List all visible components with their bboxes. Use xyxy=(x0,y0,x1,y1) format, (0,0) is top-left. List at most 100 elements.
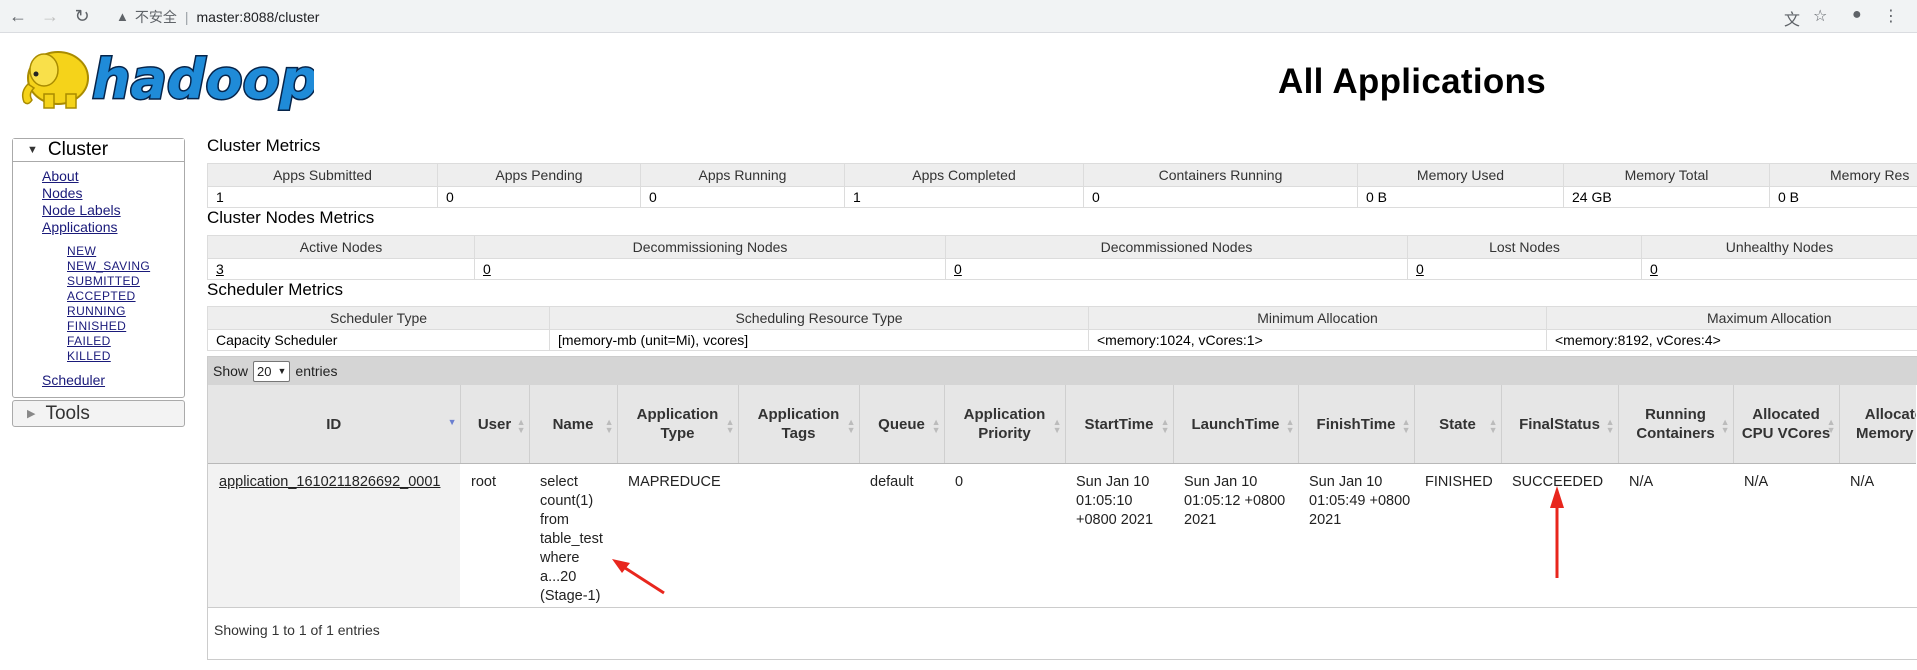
col-memory-total: Memory Total xyxy=(1563,163,1770,187)
app-state-failed-link[interactable]: FAILED xyxy=(67,334,184,349)
app-state-accepted-link[interactable]: ACCEPTED xyxy=(67,289,184,304)
sort-icon: ▲ ▼ xyxy=(1826,417,1836,435)
cell-running-containers: N/A xyxy=(1629,474,1654,490)
col-finish-time[interactable]: FinishTime ▲ ▼ xyxy=(1298,385,1415,464)
col-memory-used: Memory Used xyxy=(1357,163,1564,187)
col-id[interactable]: ID ▼ xyxy=(208,385,461,464)
memory-reserved-value: 0 B xyxy=(1769,186,1917,208)
containers-running-value: 0 xyxy=(1083,186,1358,208)
col-name[interactable]: Name ▲ ▼ xyxy=(529,385,618,464)
active-nodes-link[interactable]: 3 xyxy=(216,261,224,277)
col-application-priority[interactable]: Application Priority ▲ ▼ xyxy=(944,385,1066,464)
table-footer-divider xyxy=(208,607,1917,608)
decommissioning-nodes-link[interactable]: 0 xyxy=(483,261,491,277)
sort-icon: ▲ ▼ xyxy=(846,417,856,435)
col-active-nodes: Active Nodes xyxy=(207,235,475,259)
cluster-section-label: Cluster xyxy=(47,139,109,160)
minimum-allocation-value: <memory:1024, vCores:1> xyxy=(1088,329,1547,351)
back-arrow-icon[interactable]: ← xyxy=(6,4,30,28)
url-text[interactable]: master:8088/cluster xyxy=(197,9,320,25)
star-icon[interactable]: ☆ xyxy=(1813,6,1827,26)
app-state-killed-link[interactable]: KILLED xyxy=(67,349,184,364)
memory-used-value: 0 B xyxy=(1357,186,1564,208)
translate-icon[interactable]: 文 xyxy=(1784,6,1800,30)
col-queue[interactable]: Queue ▲ ▼ xyxy=(859,385,945,464)
profile-icon[interactable]: ● xyxy=(1852,6,1862,24)
col-allocated-memory[interactable]: Allocated Memory MB xyxy=(1839,385,1916,464)
apps-pending-value: 0 xyxy=(437,186,641,208)
apps-submitted-value: 1 xyxy=(207,186,438,208)
cell-state: FINISHED xyxy=(1425,474,1493,490)
col-user[interactable]: User ▲ ▼ xyxy=(460,385,530,464)
nav-about-link[interactable]: About xyxy=(42,168,184,185)
reload-icon[interactable]: ↻ xyxy=(70,4,94,28)
col-apps-pending: Apps Pending xyxy=(437,163,641,187)
col-running-containers[interactable]: Running Containers ▲ ▼ xyxy=(1618,385,1734,464)
cell-name: select count(1) from table_test where a.… xyxy=(540,474,603,604)
col-memory-reserved: Memory Res xyxy=(1769,163,1917,187)
show-label: Show xyxy=(213,363,249,379)
sort-desc-icon: ▼ xyxy=(447,417,457,427)
apps-completed-value: 1 xyxy=(844,186,1084,208)
col-allocated-cpu[interactable]: Allocated CPU VCores ▲ ▼ xyxy=(1733,385,1840,464)
col-launch-time[interactable]: LaunchTime ▲ ▼ xyxy=(1173,385,1299,464)
address-bar[interactable]: ▲ 不安全 | master:8088/cluster xyxy=(106,3,1846,30)
app-state-running-link[interactable]: RUNNING xyxy=(67,304,184,319)
app-state-submitted-link[interactable]: SUBMITTED xyxy=(67,274,184,289)
page-title: All Applications xyxy=(1278,62,1546,101)
table-row: application_1610211826692_0001 root sele… xyxy=(208,463,1916,607)
browser-toolbar: ← → ↻ ▲ 不安全 | master:8088/cluster 文 ☆ ● … xyxy=(0,0,1917,33)
col-apps-completed: Apps Completed xyxy=(844,163,1084,187)
table-info-text: Showing 1 to 1 of 1 entries xyxy=(214,622,380,638)
maximum-allocation-value: <memory:8192, vCores:4> xyxy=(1546,329,1917,351)
cell-allocated-memory: N/A xyxy=(1850,474,1875,490)
cell-queue: default xyxy=(870,474,914,490)
tools-section-header[interactable]: ▶ Tools xyxy=(13,401,184,426)
cell-application-type: MAPREDUCE xyxy=(628,474,721,490)
sort-icon: ▲ ▼ xyxy=(1488,417,1498,435)
cluster-metrics-title: Cluster Metrics xyxy=(207,136,321,155)
cell-user: root xyxy=(471,474,496,490)
col-containers-running: Containers Running xyxy=(1083,163,1358,187)
col-application-tags[interactable]: Application Tags ▲ ▼ xyxy=(738,385,860,464)
nav-node-labels-link[interactable]: Node Labels xyxy=(42,202,184,219)
app-state-finished-link[interactable]: FINISHED xyxy=(67,319,184,334)
app-state-new-link[interactable]: NEW xyxy=(67,244,184,259)
lost-nodes-link[interactable]: 0 xyxy=(1416,261,1424,277)
cell-priority: 0 xyxy=(955,474,964,490)
sort-icon: ▲ ▼ xyxy=(516,417,526,435)
cluster-nav-panel: ▼ Cluster About Nodes Node Labels Applic… xyxy=(12,138,185,398)
svg-text:hadoop: hadoop xyxy=(92,48,314,111)
col-state[interactable]: State ▲ ▼ xyxy=(1414,385,1502,464)
sort-icon: ▲ ▼ xyxy=(1052,417,1062,435)
scheduler-type-value: Capacity Scheduler xyxy=(207,329,550,351)
col-final-status[interactable]: FinalStatus ▲ ▼ xyxy=(1501,385,1619,464)
unhealthy-nodes-link[interactable]: 0 xyxy=(1650,261,1658,277)
hadoop-logo[interactable]: hadoop xyxy=(14,40,314,114)
entries-label: entries xyxy=(295,363,338,379)
sort-icon: ▲ ▼ xyxy=(725,417,735,435)
col-scheduling-resource-type: Scheduling Resource Type xyxy=(549,306,1089,330)
nav-scheduler-link[interactable]: Scheduler xyxy=(42,372,105,388)
col-apps-submitted: Apps Submitted xyxy=(207,163,438,187)
menu-icon[interactable]: ⋮ xyxy=(1883,6,1899,26)
caret-right-icon: ▶ xyxy=(27,408,36,420)
scheduling-resource-type-value: [memory-mb (unit=Mi), vcores] xyxy=(549,329,1089,351)
sort-icon: ▲ ▼ xyxy=(1160,417,1170,435)
decommissioned-nodes-link[interactable]: 0 xyxy=(954,261,962,277)
cluster-section-header[interactable]: ▼ Cluster xyxy=(13,139,184,162)
app-state-new-saving-link[interactable]: NEW_SAVING xyxy=(67,259,184,274)
memory-total-value: 24 GB xyxy=(1563,186,1770,208)
page-size-select[interactable]: 20 ▼ xyxy=(253,360,291,382)
application-id-link[interactable]: application_1610211826692_0001 xyxy=(219,474,440,490)
nav-applications-link[interactable]: Applications xyxy=(42,219,184,236)
cell-launch-time: Sun Jan 10 01:05:12 +0800 2021 xyxy=(1184,474,1286,528)
col-apps-running: Apps Running xyxy=(640,163,845,187)
apps-running-value: 0 xyxy=(640,186,845,208)
forward-arrow-icon[interactable]: → xyxy=(38,4,62,28)
nav-nodes-link[interactable]: Nodes xyxy=(42,185,184,202)
col-unhealthy-nodes: Unhealthy Nodes xyxy=(1641,235,1917,259)
col-application-type[interactable]: Application Type ▲ ▼ xyxy=(617,385,739,464)
col-start-time[interactable]: StartTime ▲ ▼ xyxy=(1065,385,1174,464)
col-scheduler-type: Scheduler Type xyxy=(207,306,550,330)
